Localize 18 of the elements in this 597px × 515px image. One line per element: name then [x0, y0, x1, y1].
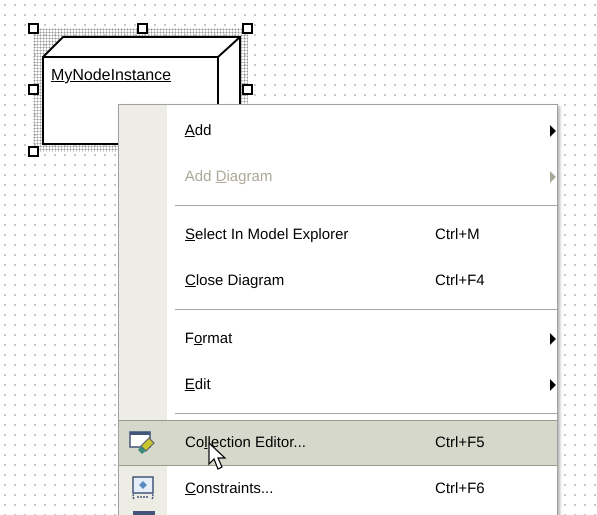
resize-handle[interactable]	[28, 23, 39, 34]
menu-item[interactable]: Add	[119, 108, 557, 154]
menu-item[interactable]: Select In Model Explorer Ctrl+M	[119, 212, 557, 258]
submenu-arrow-icon	[549, 125, 557, 137]
resize-handle[interactable]	[28, 84, 39, 95]
resize-handle[interactable]	[28, 146, 39, 157]
menu-item[interactable]: Format	[119, 316, 557, 362]
resize-handle[interactable]	[242, 84, 253, 95]
submenu-arrow-icon	[549, 333, 557, 345]
resize-handle[interactable]	[242, 23, 253, 34]
menu-item[interactable]: Edit	[119, 362, 557, 408]
resize-handle[interactable]	[137, 23, 148, 34]
window-pencil-icon	[129, 430, 157, 456]
menu-item[interactable]: Close Diagram Ctrl+F4	[119, 258, 557, 304]
submenu-arrow-icon	[549, 379, 557, 391]
node-name: MyNodeInstance	[51, 68, 172, 84]
menu-item[interactable]: Constraints... Ctrl+F6	[119, 466, 557, 512]
menu-item[interactable]: Collection Editor... Ctrl+F5	[119, 420, 557, 466]
